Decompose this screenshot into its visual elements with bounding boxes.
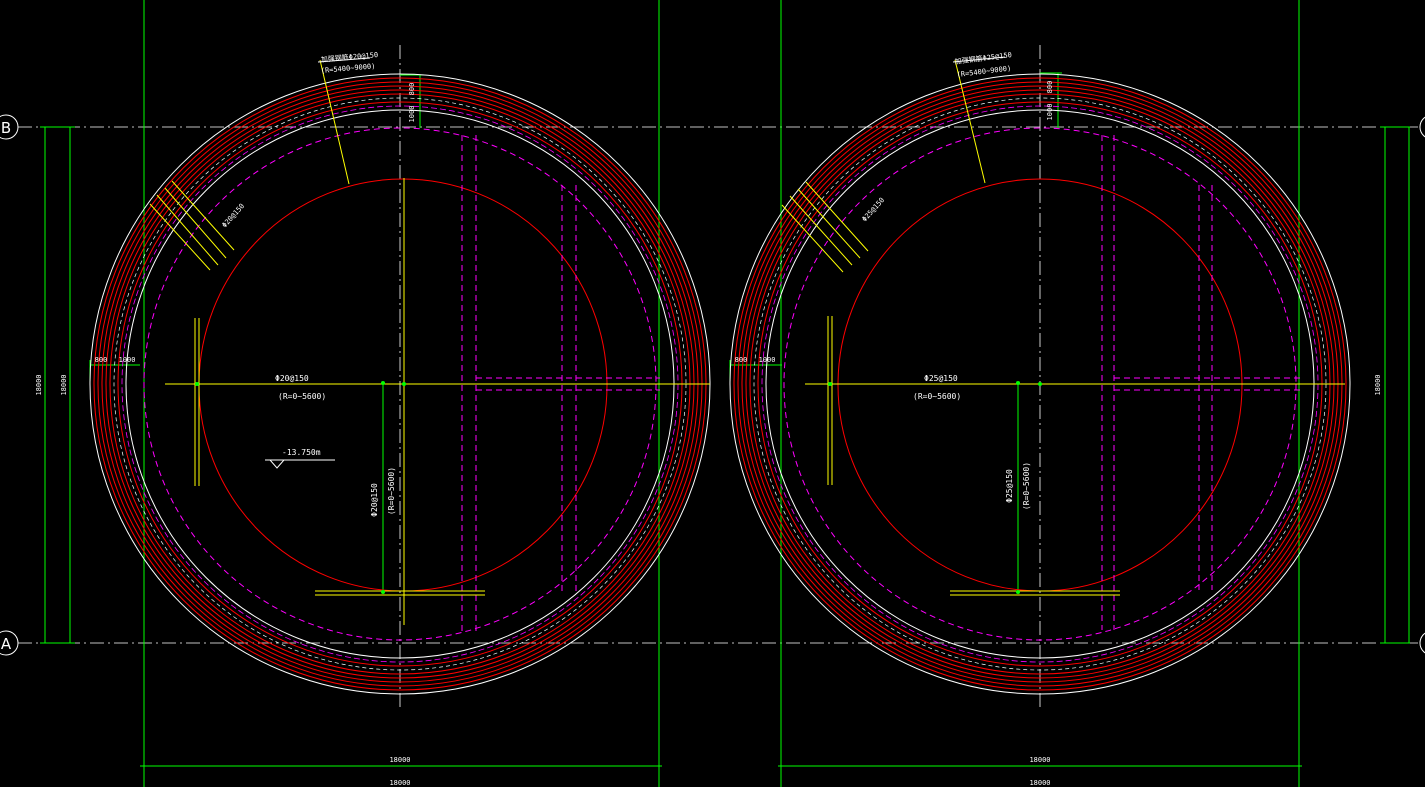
left-vertical-range: (R=0~5600) (387, 467, 396, 515)
right-dim-top-a: 800 (1046, 81, 1054, 94)
left-dim-bottom-inner: 18000 (389, 756, 410, 764)
right-top-callout-range: (R=5400~9000) (956, 64, 1011, 79)
axis-label-b: B (1, 119, 11, 137)
left-dim-side-inner: 18000 (60, 374, 68, 395)
right-dim-left-a: 800 (735, 356, 748, 364)
left-dim-left-b: 1000 (119, 356, 136, 364)
right-tank: 加强钢筋Φ25@150 (R=5400~9000) Φ25@150 Φ25@15… (729, 50, 1382, 787)
left-vertical-bar: Φ20@150 (370, 483, 379, 517)
dimension-lines (40, 0, 1410, 787)
left-dim-top-b: 1000 (408, 106, 416, 123)
left-horizontal-bar: Φ20@150 (275, 374, 309, 383)
right-horizontal-bar: Φ25@150 (924, 374, 958, 383)
axis-bubble-a: A (0, 630, 19, 656)
axis-bubble-b: B (0, 114, 19, 140)
right-horizontal-range: (R=0~5600) (913, 392, 961, 401)
left-tank: 加强钢筋Φ20@150 (R=5400~9000) Φ20@150 Φ20@15… (35, 50, 711, 787)
left-dim-left-a: 800 (95, 356, 108, 364)
right-vertical-bar: Φ25@150 (1005, 469, 1014, 503)
left-dim-bottom-outer: 18000 (389, 779, 410, 787)
right-dim-left-b: 1000 (759, 356, 776, 364)
right-dim-top-b: 1000 (1046, 104, 1054, 121)
right-dim-side: 18000 (1374, 374, 1382, 395)
left-dim-top-a: 800 (408, 83, 416, 96)
axis-bubble-a-right (1419, 632, 1425, 654)
right-diag-callout: Φ25@150 (861, 196, 887, 223)
left-elevation: -13.750m (282, 448, 321, 457)
axis-label-a: A (1, 635, 12, 653)
left-top-callout-range: (R=5400~9000) (320, 62, 375, 75)
axis-bubble-b-right (1419, 116, 1425, 138)
cad-drawing-canvas[interactable]: B A 加强钢筋Φ20@150 (R=5400~9000) Φ20@150 Φ2… (0, 0, 1425, 787)
left-diag-callout: Φ20@150 (221, 202, 247, 229)
right-vertical-range: (R=0~5600) (1022, 462, 1031, 510)
right-dim-bottom-inner: 18000 (1029, 756, 1050, 764)
right-dim-bottom-outer: 18000 (1029, 779, 1050, 787)
left-horizontal-range: (R=0~5600) (278, 392, 326, 401)
left-dim-side-outer: 18000 (35, 374, 43, 395)
right-top-callout: 加强钢筋Φ25@150 (954, 50, 1012, 66)
